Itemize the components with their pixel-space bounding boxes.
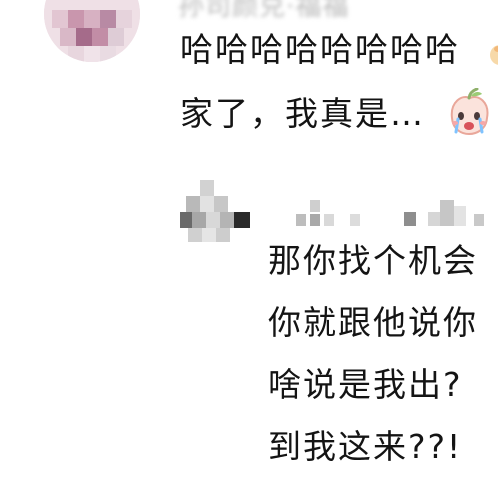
pixelated-username-icon xyxy=(296,200,484,226)
reply-text-line: 到我这来??! xyxy=(268,427,463,466)
comment-thread: 孙司颜兑·福福 哈哈哈哈哈哈哈哈 家了，我真是… 那你找个机会 你就跟他说你 啥… xyxy=(0,0,498,498)
comment-text-line: 哈哈哈哈哈哈哈哈 xyxy=(180,30,460,69)
reply-text-line: 你就跟他说你 xyxy=(268,303,478,342)
pixelated-avatar-icon xyxy=(44,0,140,62)
pixelated-avatar-icon xyxy=(180,180,250,246)
crying-peach-icon xyxy=(450,88,489,136)
commenter-username[interactable]: 孙司颜兑·福福 xyxy=(178,0,349,23)
reply-username-blurred[interactable] xyxy=(296,196,496,236)
reply-text-line: 那你找个机会 xyxy=(268,241,478,280)
comment-text-line: 家了，我真是… xyxy=(180,94,425,133)
reply-text-line: 啥说是我出? xyxy=(268,365,463,404)
reply-avatar[interactable] xyxy=(180,180,250,246)
commenter-avatar[interactable] xyxy=(44,0,140,62)
emoji-partial-icon xyxy=(490,45,498,65)
